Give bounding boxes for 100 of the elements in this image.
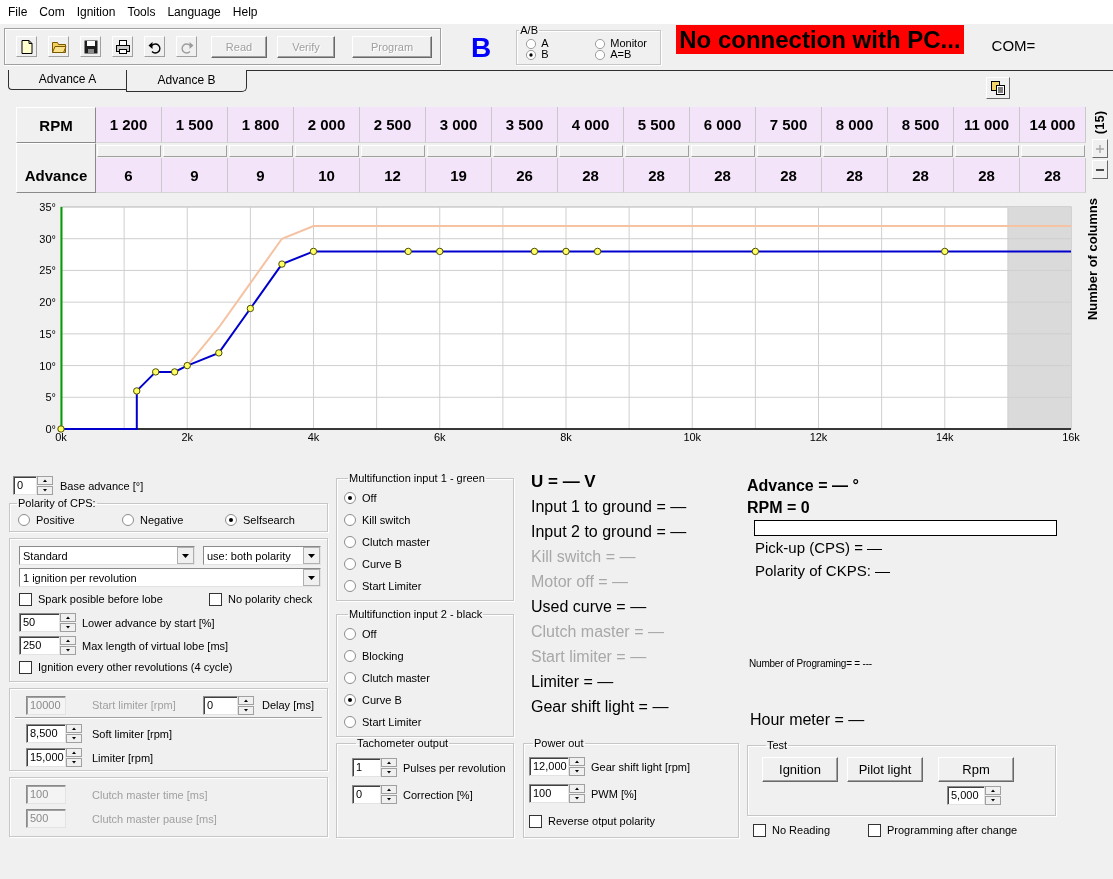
table-cell[interactable]: 6 000	[690, 107, 756, 143]
table-cell[interactable]: 3 500	[492, 107, 558, 143]
checkbox-icon[interactable]	[19, 592, 32, 606]
dropdown[interactable]: use: both polarity	[203, 546, 321, 565]
radio-icon[interactable]	[344, 650, 356, 662]
radio-option[interactable]: Kill switch	[344, 512, 513, 528]
data-point[interactable]	[57, 425, 65, 433]
column-button[interactable]	[493, 145, 557, 157]
new-button[interactable]	[16, 36, 37, 57]
checkbox-option[interactable]: No polarity check	[209, 591, 327, 607]
data-point[interactable]	[246, 304, 255, 313]
radio-option[interactable]: A	[526, 38, 596, 49]
menu-item[interactable]: Tools	[127, 4, 156, 20]
radio-icon[interactable]	[344, 628, 356, 640]
radio-icon[interactable]	[344, 580, 356, 592]
table-cell[interactable]: 9	[162, 158, 228, 193]
data-point[interactable]	[530, 247, 539, 256]
radio-icon[interactable]	[344, 694, 356, 706]
radio-option[interactable]: Monitor	[595, 38, 658, 49]
column-button[interactable]	[229, 145, 293, 157]
column-button[interactable]	[361, 145, 425, 157]
number-field[interactable]: 0	[13, 476, 37, 495]
number-field[interactable]: 12,000	[529, 757, 569, 776]
radio-option[interactable]: Positive	[18, 512, 122, 528]
checkbox-option[interactable]: Reverse otput polarity	[529, 813, 738, 829]
checkbox-icon[interactable]	[209, 592, 222, 606]
radio-icon[interactable]	[344, 536, 356, 548]
column-button[interactable]	[823, 145, 887, 157]
radio-option[interactable]: Negative	[122, 512, 225, 528]
number-field[interactable]: 100	[529, 784, 569, 803]
test-button[interactable]: Pilot light	[847, 757, 923, 782]
radio-icon[interactable]	[344, 716, 356, 728]
radio-option[interactable]: Blocking	[344, 648, 513, 664]
table-cell[interactable]: 28	[888, 158, 954, 193]
radio-option[interactable]: Selfsearch	[225, 512, 325, 528]
checkbox-icon[interactable]	[529, 814, 542, 828]
radio-icon[interactable]	[595, 49, 606, 60]
data-point[interactable]	[404, 247, 412, 256]
radio-icon[interactable]	[344, 514, 356, 526]
undo-button[interactable]	[144, 36, 165, 57]
table-cell[interactable]: 28	[756, 158, 822, 193]
radio-option[interactable]: Off	[344, 490, 513, 506]
menu-item[interactable]: File	[8, 4, 28, 20]
table-cell[interactable]: 12	[360, 158, 426, 193]
dropdown[interactable]: Standard	[19, 546, 195, 565]
column-button[interactable]	[757, 145, 821, 157]
radio-option[interactable]: Start Limiter	[344, 714, 513, 730]
number-field[interactable]: 0	[352, 785, 381, 804]
number-field[interactable]: 5,000	[947, 786, 985, 805]
print-button[interactable]	[112, 36, 133, 57]
number-field[interactable]: 8,500	[26, 724, 66, 743]
radio-icon[interactable]	[526, 38, 537, 49]
data-point[interactable]	[562, 247, 570, 256]
data-point[interactable]	[215, 349, 223, 357]
radio-icon[interactable]	[225, 514, 237, 526]
radio-option[interactable]: Curve B	[344, 556, 513, 572]
table-cell[interactable]: 28	[624, 158, 690, 193]
number-field[interactable]: 1	[352, 758, 381, 777]
table-cell[interactable]: 11 000	[954, 107, 1020, 143]
table-cell[interactable]: 10	[294, 158, 360, 193]
data-point[interactable]	[133, 387, 141, 395]
table-cell[interactable]: 7 500	[756, 107, 822, 143]
table-cell[interactable]: 19	[426, 158, 492, 193]
radio-icon[interactable]	[122, 514, 134, 526]
table-cell[interactable]: 6	[96, 158, 162, 193]
radio-option[interactable]: A=B	[595, 49, 658, 60]
data-point[interactable]	[183, 361, 191, 370]
table-cell[interactable]: 28	[954, 158, 1020, 193]
checkbox-option[interactable]: Ignition every other revolutions (4 cycle)	[19, 659, 327, 675]
checkbox-option[interactable]: Spark posible before lobe	[19, 591, 209, 607]
radio-icon[interactable]	[344, 672, 356, 684]
checkbox-option[interactable]: Programming after change	[868, 822, 1018, 838]
tab[interactable]: Advance A	[8, 70, 126, 90]
checkbox-icon[interactable]	[19, 660, 32, 674]
table-cell[interactable]: 1 800	[228, 107, 294, 143]
table-cell[interactable]: 26	[492, 158, 558, 193]
column-button[interactable]	[427, 145, 491, 157]
column-button[interactable]	[691, 145, 755, 157]
column-button[interactable]	[559, 145, 623, 157]
table-cell[interactable]: 8 000	[822, 107, 888, 143]
radio-icon[interactable]	[18, 514, 30, 526]
data-point[interactable]	[170, 368, 179, 376]
number-field[interactable]: 0	[203, 695, 238, 715]
radio-icon[interactable]	[344, 558, 356, 570]
radio-icon[interactable]	[344, 492, 356, 504]
number-field[interactable]: 250	[19, 636, 60, 655]
table-cell[interactable]: 2 000	[294, 107, 360, 143]
menu-item[interactable]: Help	[232, 4, 258, 20]
data-point[interactable]	[941, 247, 949, 256]
table-cell[interactable]: 5 500	[624, 107, 690, 143]
table-cell[interactable]: 2 500	[360, 107, 426, 143]
column-button[interactable]	[163, 145, 227, 157]
test-button[interactable]: Rpm	[938, 757, 1014, 782]
table-cell[interactable]: 28	[822, 158, 888, 193]
data-point[interactable]	[309, 247, 318, 256]
data-point[interactable]	[593, 247, 602, 256]
column-button[interactable]	[295, 145, 359, 157]
table-cell[interactable]: 28	[558, 158, 624, 193]
radio-option[interactable]: Clutch master	[344, 670, 513, 686]
column-button[interactable]	[97, 145, 161, 157]
